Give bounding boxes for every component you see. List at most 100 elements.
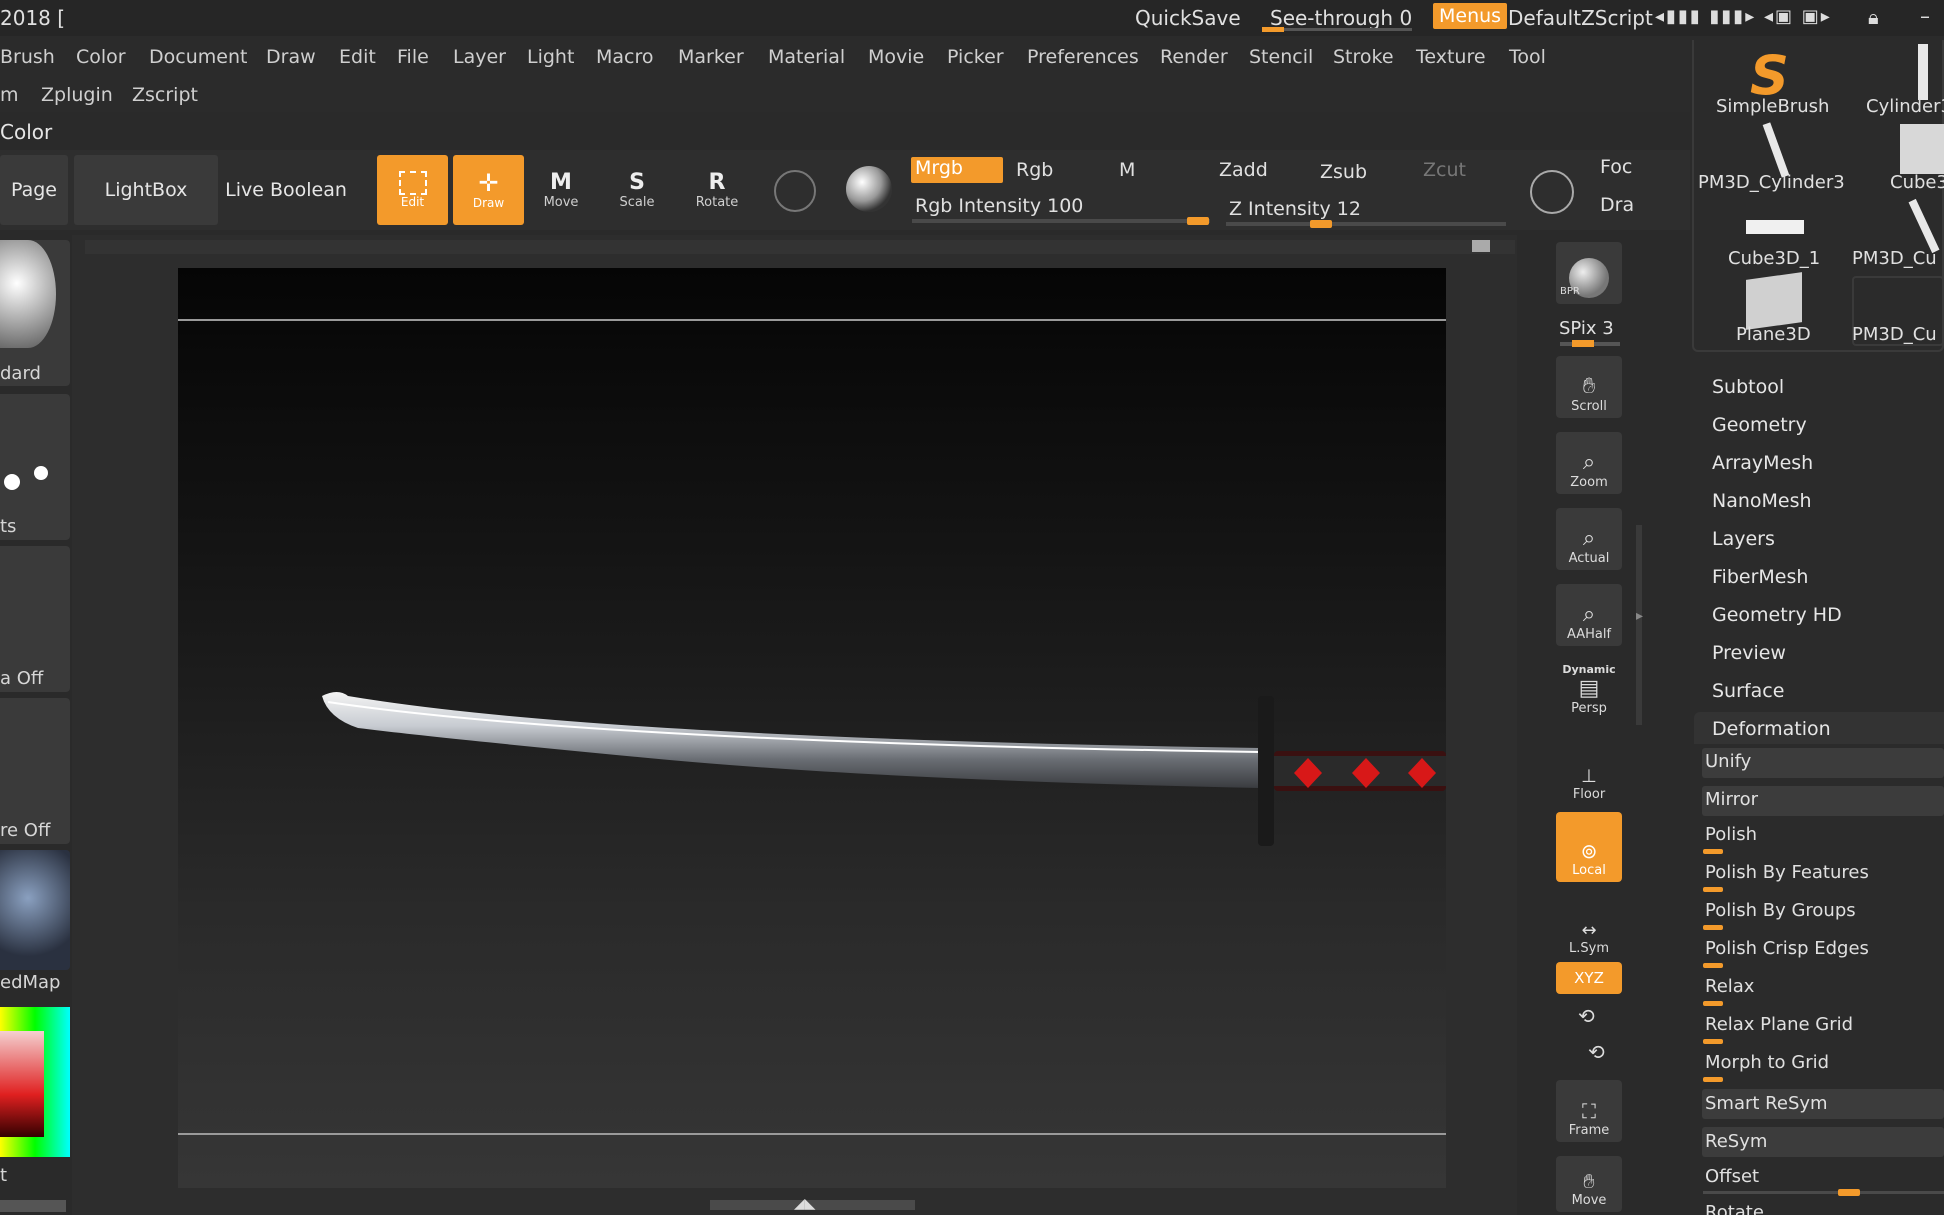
quicksave-button[interactable]: QuickSave bbox=[1135, 6, 1241, 30]
menu-marker[interactable]: Marker bbox=[678, 46, 744, 68]
scale-button[interactable]: S Scale bbox=[604, 160, 670, 220]
live-boolean-button[interactable]: Live Boolean bbox=[222, 155, 350, 225]
canvas-horizontal-scroll[interactable] bbox=[85, 240, 1515, 254]
offset-label[interactable]: Offset bbox=[1705, 1166, 1759, 1187]
mrgb-toggle[interactable]: Mrgb bbox=[911, 157, 1003, 183]
zcut-toggle[interactable]: Zcut bbox=[1423, 159, 1466, 181]
menu-draw[interactable]: Draw bbox=[266, 46, 316, 68]
tool-menu-subtool[interactable]: Subtool bbox=[1712, 376, 1784, 398]
edit-button[interactable]: Edit bbox=[377, 155, 448, 225]
draw-size-label[interactable]: Dra bbox=[1600, 194, 1634, 216]
z-intensity-knob[interactable] bbox=[1310, 220, 1332, 228]
polish-by-groups-label[interactable]: Polish By Groups bbox=[1705, 900, 1856, 921]
menu-zscript[interactable]: Zscript bbox=[132, 84, 198, 106]
tool-menu-deformation[interactable]: Deformation bbox=[1712, 718, 1831, 740]
menu-color[interactable]: Color bbox=[76, 46, 126, 68]
seethrough-slider[interactable]: See-through 0 bbox=[1270, 6, 1412, 30]
menu-stroke[interactable]: Stroke bbox=[1333, 46, 1394, 68]
tool-menu-preview[interactable]: Preview bbox=[1712, 642, 1786, 664]
tool-menu-layers[interactable]: Layers bbox=[1712, 528, 1775, 550]
z-rotate-icon[interactable]: ⟲ bbox=[1588, 1040, 1605, 1064]
scroll-button[interactable]: ✋︎ Scroll bbox=[1556, 356, 1622, 418]
menu-edit[interactable]: Edit bbox=[339, 46, 376, 68]
tool-menu-surface[interactable]: Surface bbox=[1712, 680, 1784, 702]
katana-model[interactable] bbox=[178, 268, 1446, 1188]
menu-document[interactable]: Document bbox=[149, 46, 247, 68]
polish-slider-knob[interactable] bbox=[1703, 849, 1723, 854]
relax-label[interactable]: Relax bbox=[1705, 976, 1754, 997]
matcap-slot[interactable] bbox=[0, 850, 70, 970]
y-rotate-icon[interactable]: ⟲ bbox=[1578, 1004, 1595, 1028]
tool-menu-fibermesh[interactable]: FiberMesh bbox=[1712, 566, 1808, 588]
menu-macro[interactable]: Macro bbox=[596, 46, 654, 68]
tool-thumb-cylinder3[interactable]: Cylinder3 bbox=[1866, 96, 1944, 117]
menu-movie[interactable]: Movie bbox=[868, 46, 924, 68]
tool-menu-geometry[interactable]: Geometry bbox=[1712, 414, 1807, 436]
floor-button[interactable]: ⊥ Floor bbox=[1556, 744, 1622, 806]
xyz-rotate-button[interactable]: XYZ bbox=[1556, 962, 1622, 994]
morph-to-grid-knob[interactable] bbox=[1703, 1077, 1723, 1082]
seethrough-track[interactable] bbox=[1262, 28, 1412, 31]
spix-knob[interactable] bbox=[1572, 340, 1594, 347]
move-view-button[interactable]: ✋︎ Move bbox=[1556, 1156, 1622, 1212]
menu-render[interactable]: Render bbox=[1160, 46, 1228, 68]
relax-knob[interactable] bbox=[1703, 1001, 1723, 1006]
draw-button[interactable]: ✛ Draw bbox=[453, 155, 524, 225]
persp-button[interactable]: Dynamic ▤ Persp bbox=[1556, 658, 1622, 720]
tool-thumb-pm3d-cube[interactable]: PM3D_Cu bbox=[1852, 248, 1937, 269]
spix-label[interactable]: SPix 3 bbox=[1559, 318, 1614, 339]
tool-thumb-pm3d-cube-2[interactable]: PM3D_Cu bbox=[1852, 324, 1937, 345]
frame-button[interactable]: ⛶ Frame bbox=[1556, 1080, 1622, 1142]
tray-divider[interactable] bbox=[1636, 525, 1642, 725]
menu-brush[interactable]: Brush bbox=[0, 46, 55, 68]
tray-collapse-icon[interactable]: ▸ bbox=[1636, 608, 1643, 624]
menu-tool[interactable]: Tool bbox=[1509, 46, 1546, 68]
local-button[interactable]: ⊚ Local bbox=[1556, 812, 1622, 882]
rgb-toggle[interactable]: Rgb bbox=[1016, 159, 1053, 181]
relax-plane-grid-label[interactable]: Relax Plane Grid bbox=[1705, 1014, 1853, 1035]
menu-m[interactable]: m bbox=[0, 84, 19, 106]
menu-preferences[interactable]: Preferences bbox=[1027, 46, 1139, 68]
rotate-label[interactable]: Rotate bbox=[1705, 1202, 1764, 1215]
polish-by-groups-knob[interactable] bbox=[1703, 925, 1723, 930]
lsym-button[interactable]: ↔ L.Sym bbox=[1556, 898, 1622, 960]
page-button[interactable]: Page bbox=[0, 155, 68, 225]
polish-by-features-label[interactable]: Polish By Features bbox=[1705, 862, 1869, 883]
menu-texture[interactable]: Texture bbox=[1416, 46, 1486, 68]
tool-thumb-simplebrush[interactable]: SimpleBrush bbox=[1716, 96, 1829, 117]
aahalf-button[interactable]: ⌕ AAHalf bbox=[1556, 584, 1622, 646]
z-intensity-slider[interactable] bbox=[1226, 222, 1506, 226]
lock-icon[interactable]: 🔒︎ bbox=[1868, 5, 1879, 29]
minimize-icon[interactable]: – bbox=[1920, 4, 1930, 28]
polish-crisp-edges-label[interactable]: Polish Crisp Edges bbox=[1705, 938, 1869, 959]
polish-label[interactable]: Polish bbox=[1705, 824, 1757, 845]
menu-stencil[interactable]: Stencil bbox=[1249, 46, 1313, 68]
layout-arrows-icon[interactable]: ◂▮▮▮ ▮▮▮▸ ◂▣ ▣▸ bbox=[1655, 6, 1832, 27]
polish-crisp-edges-knob[interactable] bbox=[1703, 963, 1723, 968]
bottom-tray-arrows-icon[interactable]: ◢◣ bbox=[794, 1196, 816, 1212]
tool-thumb-cube3[interactable]: Cube3 bbox=[1890, 172, 1944, 193]
tool-menu-arraymesh[interactable]: ArrayMesh bbox=[1712, 452, 1813, 474]
menu-material[interactable]: Material bbox=[768, 46, 845, 68]
polish-by-features-knob[interactable] bbox=[1703, 887, 1723, 892]
left-scroll-handle[interactable] bbox=[0, 1200, 66, 1212]
menus-toggle[interactable]: Menus bbox=[1433, 3, 1508, 29]
actual-button[interactable]: ⌕ Actual bbox=[1556, 508, 1622, 570]
offset-slider[interactable] bbox=[1703, 1191, 1944, 1194]
menu-file[interactable]: File bbox=[397, 46, 429, 68]
default-zscript-button[interactable]: DefaultZScript bbox=[1508, 6, 1653, 30]
tool-thumb-pm3d-cylinder3[interactable]: PM3D_Cylinder3 bbox=[1698, 172, 1845, 193]
menu-zplugin[interactable]: Zplugin bbox=[41, 84, 113, 106]
canvas-scroll-handle[interactable] bbox=[1472, 240, 1490, 252]
relax-plane-grid-knob[interactable] bbox=[1703, 1039, 1723, 1044]
color-picker[interactable] bbox=[0, 1007, 70, 1157]
focal-shift-label[interactable]: Foc bbox=[1600, 156, 1632, 178]
zadd-toggle[interactable]: Zadd bbox=[1219, 159, 1268, 181]
tool-menu-nanomesh[interactable]: NanoMesh bbox=[1712, 490, 1812, 512]
tool-thumb-plane3d[interactable]: Plane3D bbox=[1736, 324, 1811, 345]
color-picker-square[interactable] bbox=[0, 1031, 44, 1137]
morph-to-grid-label[interactable]: Morph to Grid bbox=[1705, 1052, 1829, 1073]
menu-layer[interactable]: Layer bbox=[453, 46, 506, 68]
zsub-toggle[interactable]: Zsub bbox=[1320, 161, 1367, 183]
rotate-button[interactable]: R Rotate bbox=[684, 160, 750, 220]
